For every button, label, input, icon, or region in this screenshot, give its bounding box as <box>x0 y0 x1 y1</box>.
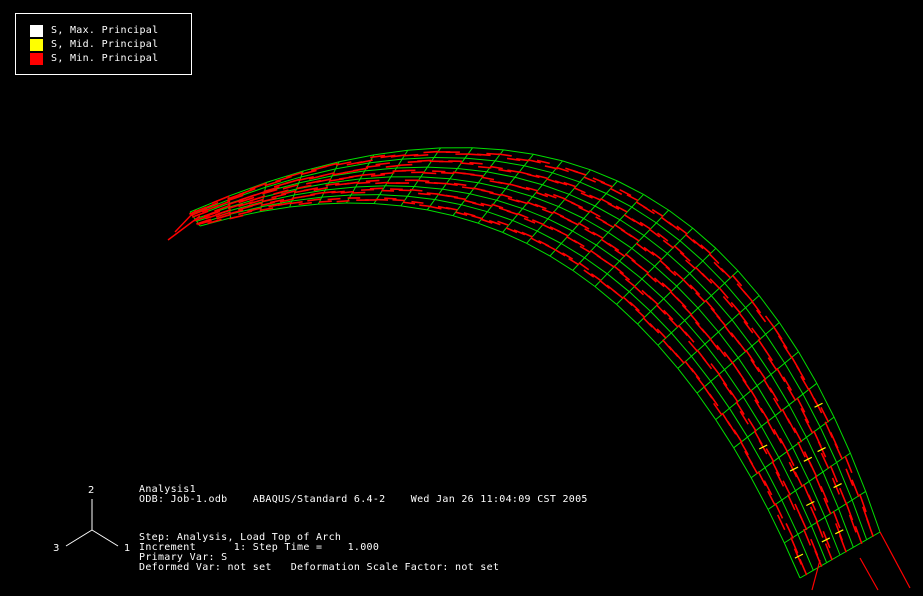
triad-axis-2: 2 <box>88 485 94 496</box>
triad-axis-3: 3 <box>53 543 59 554</box>
triad-axis-1: 1 <box>124 543 130 554</box>
axis-triad-icon <box>0 0 923 592</box>
